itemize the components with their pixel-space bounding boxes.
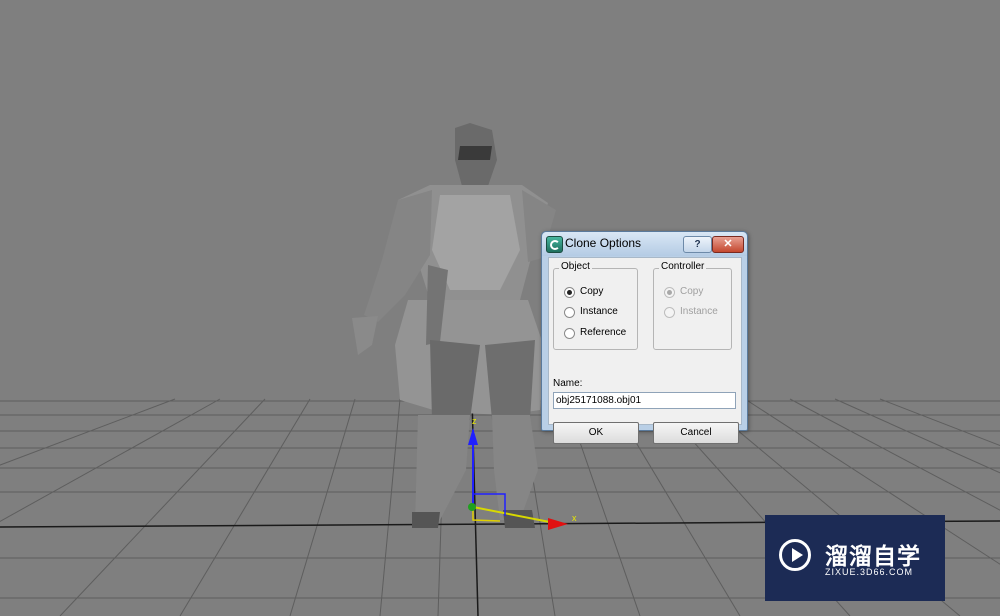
object-group-label: Object	[559, 261, 592, 272]
character-model	[352, 123, 556, 528]
clone-options-dialog: Clone Options ? ✕ Object Copy Instance R…	[541, 231, 748, 444]
help-button[interactable]: ?	[683, 236, 712, 253]
radio-label: Reference	[580, 327, 627, 338]
dialog-body: Object Copy Instance Reference Controlle…	[548, 257, 742, 444]
radio-label: Instance	[580, 306, 618, 317]
cancel-button[interactable]: Cancel	[653, 422, 739, 444]
watermark-title: 溜溜自学	[825, 543, 921, 569]
radio-button-icon[interactable]	[564, 287, 575, 298]
radio-button-icon[interactable]	[564, 328, 575, 339]
play-logo-icon	[779, 539, 811, 571]
dialog-title: Clone Options	[565, 236, 642, 250]
controller-group: Controller Copy Instance	[653, 261, 732, 350]
radio-button-icon[interactable]	[564, 307, 575, 318]
gizmo-x-label: x	[572, 513, 577, 523]
radio-button-icon	[664, 287, 675, 298]
3dsmax-app-icon	[546, 236, 563, 253]
radio-label: Copy	[680, 286, 704, 297]
radio-button-icon	[664, 307, 675, 318]
radio-label: Instance	[680, 306, 718, 317]
name-field[interactable]	[553, 392, 736, 409]
object-group: Object Copy Instance Reference	[553, 261, 638, 350]
gizmo-z-label: z	[472, 416, 477, 426]
close-button[interactable]: ✕	[712, 236, 744, 253]
dialog-titlebar[interactable]: Clone Options ? ✕	[542, 232, 747, 256]
ok-button[interactable]: OK	[553, 422, 639, 444]
watermark-badge: 溜溜自学 ZIXUE.3D66.COM	[765, 515, 945, 601]
radio-label: Copy	[580, 286, 604, 297]
watermark-url: ZIXUE.3D66.COM	[825, 567, 914, 577]
controller-group-label: Controller	[659, 261, 707, 272]
name-label: Name:	[553, 378, 583, 389]
